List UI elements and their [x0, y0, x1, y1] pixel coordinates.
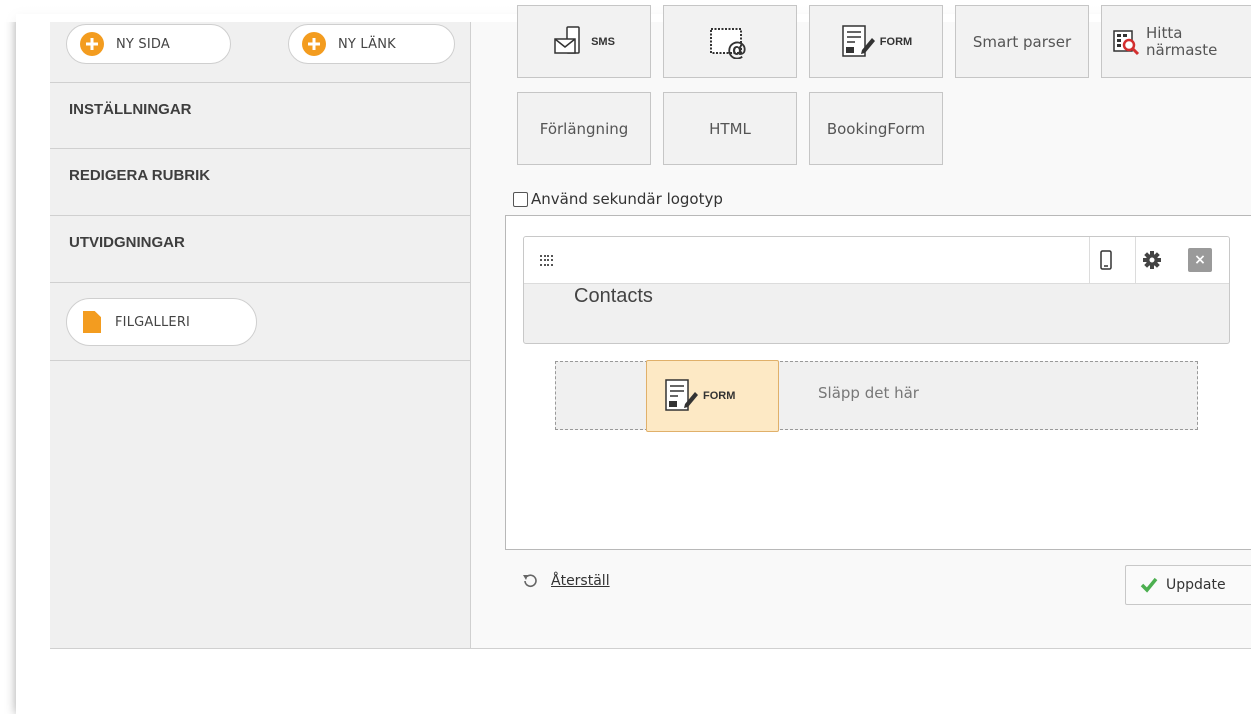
section-settings[interactable]: INSTÄLLNINGAR	[50, 82, 470, 148]
tool-form[interactable]: FORM	[809, 5, 943, 78]
new-page-label: NY SIDA	[116, 36, 170, 52]
form-edit-icon	[842, 24, 875, 57]
divider	[50, 282, 470, 283]
file-gallery-button[interactable]: FILGALLERI	[66, 298, 257, 346]
extension-label: Förlängning	[539, 119, 629, 138]
undo-icon	[523, 574, 537, 587]
mobile-visibility-button[interactable]	[1089, 237, 1121, 283]
plus-icon	[80, 32, 104, 56]
html-label: HTML	[709, 119, 751, 138]
drop-zone-label: Släpp det här	[818, 384, 919, 402]
sms-envelope-icon	[554, 25, 580, 54]
svg-text:@: @	[727, 37, 747, 59]
tool-email[interactable]: @	[663, 5, 797, 78]
update-label: Uppdate	[1166, 577, 1226, 593]
section-edit-header-label: REDIGERA RUBRIK	[69, 167, 211, 184]
new-link-button[interactable]: NY LÄNK	[288, 24, 455, 64]
bottom-area	[50, 648, 1251, 683]
tool-booking-form[interactable]: BookingForm	[809, 92, 943, 165]
form-label: FORM	[879, 35, 913, 48]
secondary-logo-row[interactable]: Använd sekundär logotyp	[513, 190, 723, 208]
find-nearest-line1: Hitta	[1146, 23, 1183, 42]
find-nearest-icon	[1113, 29, 1140, 55]
email-stamp-icon: @	[710, 27, 747, 59]
widget-header: ×	[524, 237, 1229, 284]
form-edit-icon	[665, 379, 698, 411]
smart-parser-label: Smart parser	[972, 32, 1072, 51]
tool-find-nearest[interactable]: Hitta närmaste	[1101, 5, 1251, 78]
section-extensions[interactable]: UTVIDGNINGAR	[50, 215, 470, 281]
file-icon	[83, 311, 101, 333]
reset-link[interactable]: Återställ	[521, 572, 610, 590]
dragged-form-item[interactable]: FORM	[646, 360, 779, 432]
plus-icon	[302, 32, 326, 56]
drag-handle-icon[interactable]	[540, 255, 553, 267]
checkmark-icon	[1140, 577, 1158, 593]
tool-sms[interactable]: SMS	[517, 5, 651, 78]
find-nearest-line2: närmaste	[1146, 40, 1218, 59]
update-button[interactable]: Uppdate	[1125, 565, 1251, 605]
widget-title: Contacts	[574, 285, 653, 307]
gear-icon	[1142, 251, 1161, 269]
sidebar: NY SIDA NY LÄNK INSTÄLLNINGAR REDIGERA R…	[50, 22, 471, 648]
find-nearest-label: Hitta närmaste	[1146, 23, 1218, 59]
widget-settings-button[interactable]	[1135, 237, 1167, 283]
secondary-logo-label: Använd sekundär logotyp	[531, 190, 723, 208]
sms-label: SMS	[591, 35, 615, 48]
section-settings-label: INSTÄLLNINGAR	[69, 101, 192, 118]
booking-form-label: BookingForm	[826, 119, 926, 138]
divider	[50, 360, 470, 361]
reset-label[interactable]: Återställ	[551, 573, 610, 589]
left-margin	[16, 22, 50, 682]
section-edit-header[interactable]: REDIGERA RUBRIK	[50, 148, 470, 214]
secondary-logo-checkbox[interactable]	[513, 191, 528, 207]
new-link-label: NY LÄNK	[338, 36, 396, 52]
contacts-widget[interactable]: × Contacts	[523, 236, 1230, 344]
section-extensions-label: UTVIDGNINGAR	[69, 234, 185, 251]
dragged-form-label: FORM	[703, 390, 736, 402]
tool-smart-parser[interactable]: Smart parser	[955, 5, 1089, 78]
file-gallery-label: FILGALLERI	[115, 314, 191, 330]
close-icon: ×	[1194, 252, 1206, 268]
tool-extension[interactable]: Förlängning	[517, 92, 651, 165]
tool-html[interactable]: HTML	[663, 92, 797, 165]
mobile-icon	[1099, 250, 1112, 270]
new-page-button[interactable]: NY SIDA	[66, 24, 231, 64]
widget-close-button[interactable]: ×	[1188, 248, 1212, 272]
